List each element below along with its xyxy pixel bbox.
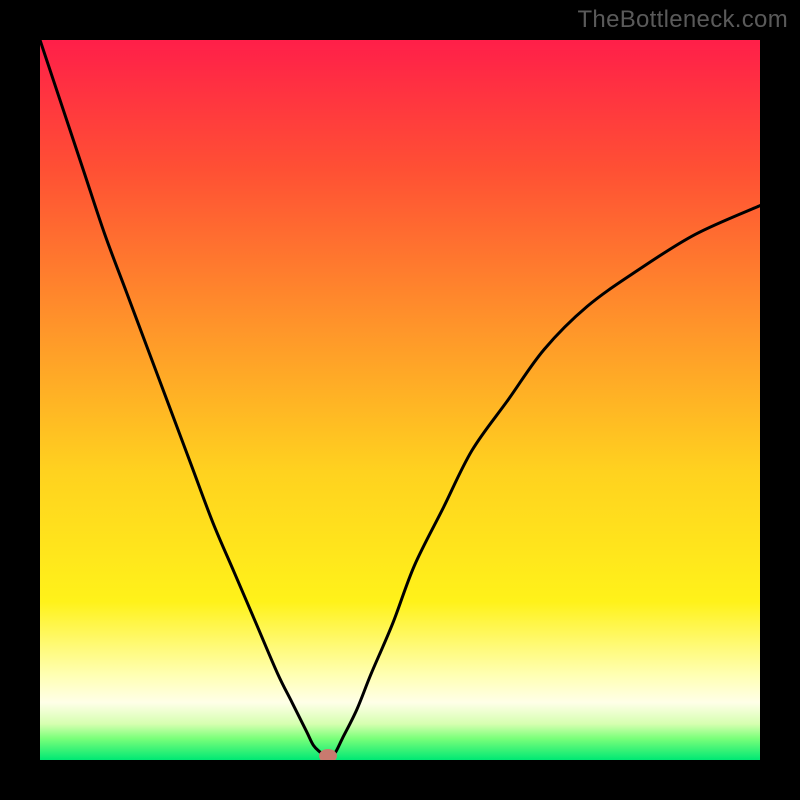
watermark-text: TheBottleneck.com xyxy=(577,6,788,34)
plot-area xyxy=(40,40,760,760)
plot-svg xyxy=(40,40,760,760)
chart-stage: TheBottleneck.com xyxy=(0,0,800,800)
gradient-rect xyxy=(40,40,760,760)
